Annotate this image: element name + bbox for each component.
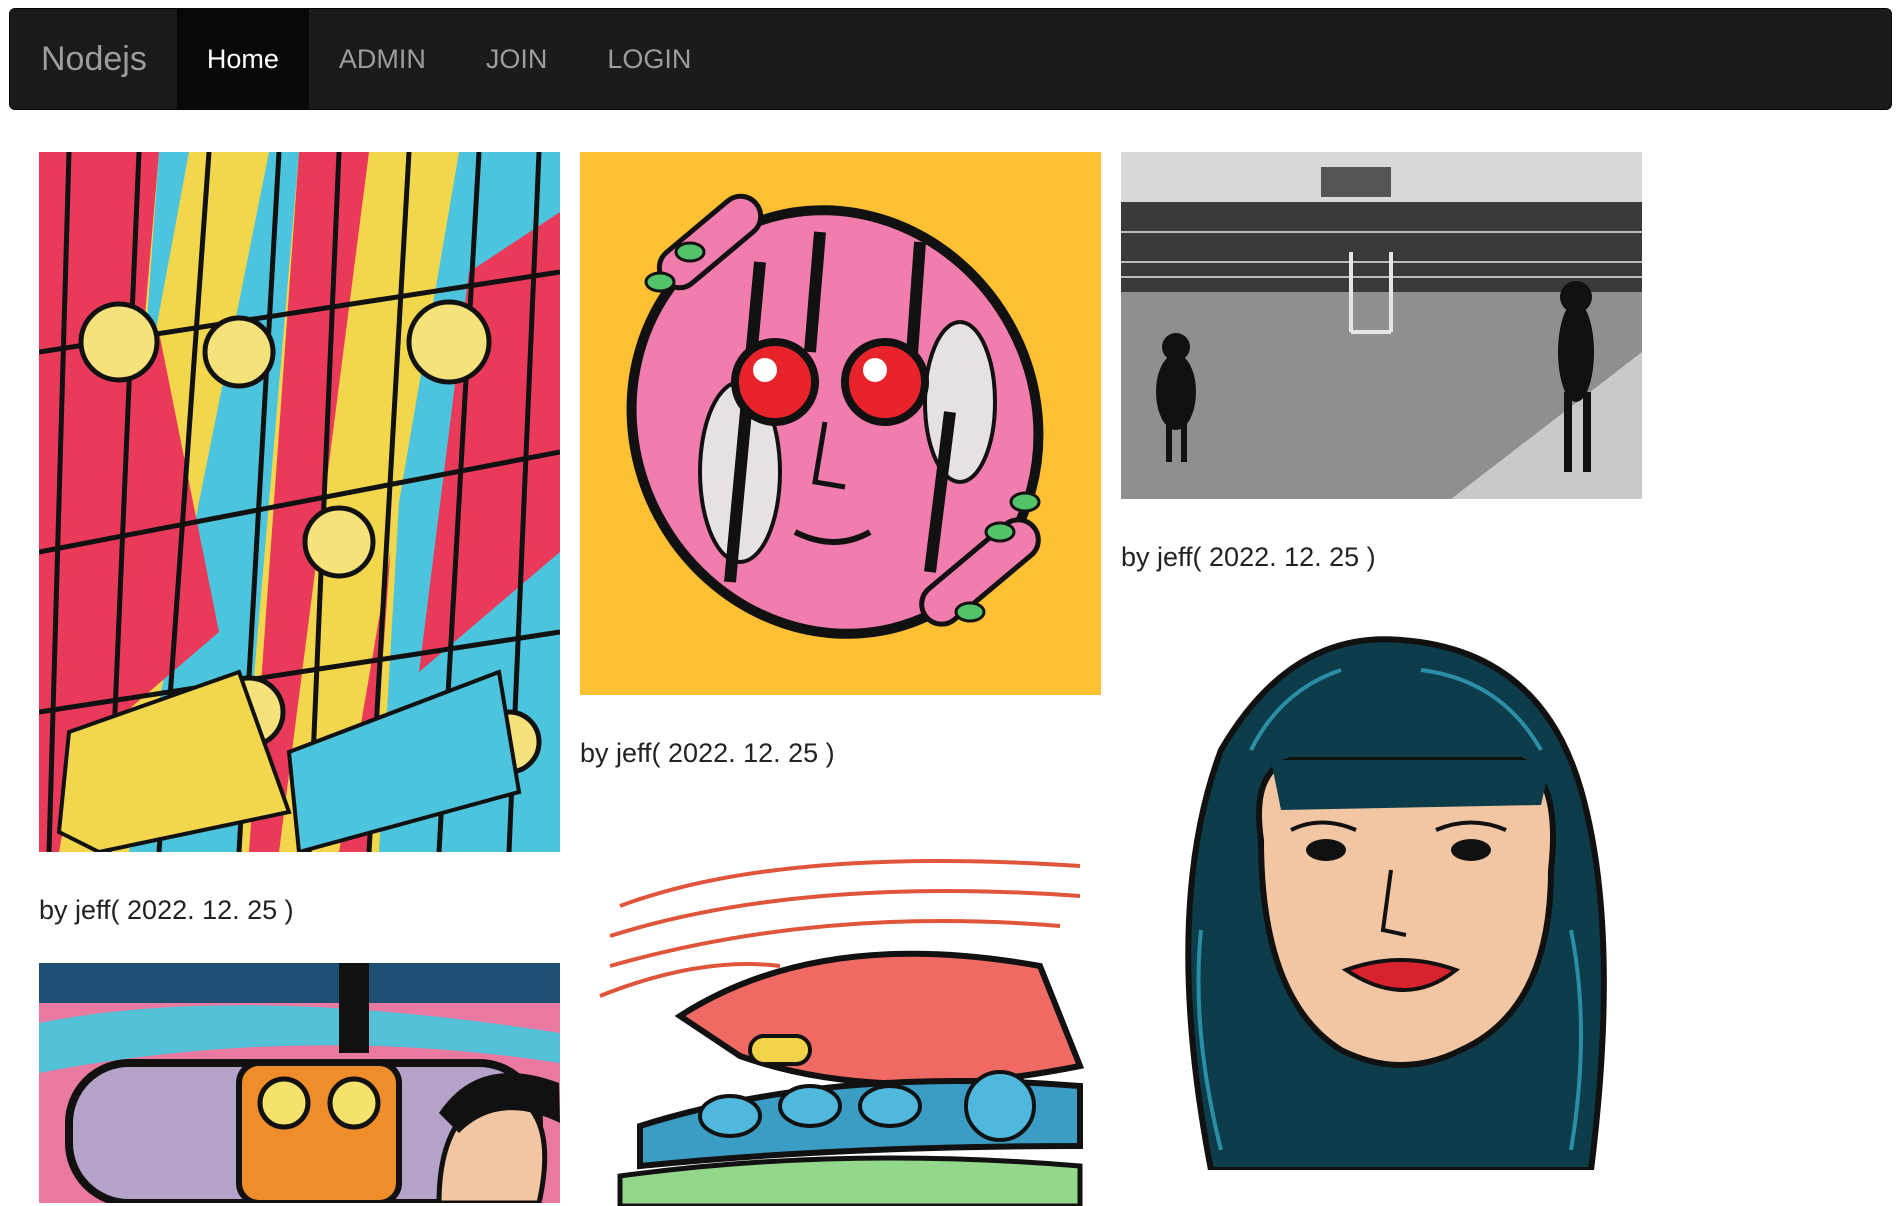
- nav-home[interactable]: Home: [176, 9, 309, 109]
- post-card: by jeff( 2022. 12. 25 ): [580, 152, 1101, 806]
- post-caption: by jeff( 2022. 12. 25 ): [580, 738, 835, 768]
- post-card: by jeff( 2022. 12. 25 ): [1121, 152, 1642, 610]
- nav-join[interactable]: JOIN: [456, 9, 578, 109]
- post-image-robot-car-illustration[interactable]: [39, 963, 560, 1204]
- top-navbar: Nodejs Home ADMIN JOIN LOGIN: [9, 8, 1892, 110]
- post-card: [1121, 610, 1642, 1171]
- post-image-hands-illustration[interactable]: [580, 806, 1101, 1206]
- nav-login[interactable]: LOGIN: [577, 9, 721, 109]
- post-image-face-egg-illustration[interactable]: [580, 152, 1101, 695]
- post-card: [39, 963, 560, 1204]
- brand-link[interactable]: Nodejs: [10, 9, 177, 109]
- post-caption: by jeff( 2022. 12. 25 ): [1121, 542, 1376, 572]
- gallery-column-3: by jeff( 2022. 12. 25 ): [1121, 152, 1642, 1171]
- gallery-column-1: by jeff( 2022. 12. 25 ): [39, 152, 560, 1204]
- nav-admin[interactable]: ADMIN: [309, 9, 456, 109]
- post-image-limbs-illustration[interactable]: [39, 152, 560, 852]
- post-caption: by jeff( 2022. 12. 25 ): [39, 895, 294, 925]
- post-image-stadium-photo[interactable]: [1121, 152, 1642, 499]
- gallery-column-2: by jeff( 2022. 12. 25 ): [580, 152, 1101, 1206]
- post-card: [580, 806, 1101, 1206]
- post-card: by jeff( 2022. 12. 25 ): [39, 152, 560, 963]
- post-image-woman-portrait-illustration[interactable]: [1121, 610, 1642, 1171]
